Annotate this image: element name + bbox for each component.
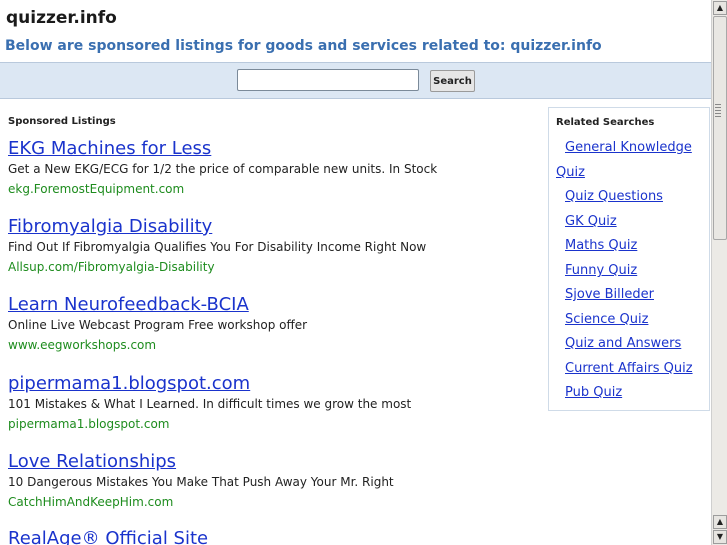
related-searches-box: Related Searches General Knowledge Quiz … bbox=[548, 107, 710, 411]
ad-description: 10 Dangerous Mistakes You Make That Push… bbox=[8, 475, 394, 489]
page: quizzer.info Below are sponsored listing… bbox=[0, 0, 711, 545]
ad-listing: pipermama1.blogspot.com 101 Mistakes & W… bbox=[8, 373, 411, 431]
related-link[interactable]: Quiz Questions bbox=[565, 189, 663, 204]
ad-url-link[interactable]: pipermama1.blogspot.com bbox=[8, 417, 411, 431]
related-link[interactable]: Quiz and Answers bbox=[565, 336, 681, 351]
arrow-up-icon[interactable]: ▲ bbox=[713, 1, 727, 15]
ad-title-link[interactable]: Fibromyalgia Disability bbox=[8, 216, 426, 237]
ad-title-link[interactable]: pipermama1.blogspot.com bbox=[8, 373, 411, 394]
ad-title-link[interactable]: Learn Neurofeedback-BCIA bbox=[8, 294, 307, 315]
ad-description: 101 Mistakes & What I Learned. In diffic… bbox=[8, 397, 412, 411]
related-link[interactable]: Sjove Billeder bbox=[565, 287, 654, 302]
ad-description: Online Live Webcast Program Free worksho… bbox=[8, 318, 308, 332]
ad-title-link[interactable]: EKG Machines for Less bbox=[8, 138, 437, 159]
related-link[interactable]: Pub Quiz bbox=[565, 385, 622, 400]
related-link[interactable]: General Knowledge bbox=[565, 140, 692, 155]
ad-url-link[interactable]: www.eegworkshops.com bbox=[8, 338, 307, 352]
related-link[interactable]: Quiz bbox=[556, 165, 585, 180]
search-button[interactable]: Search bbox=[430, 70, 475, 92]
ad-listing: RealAge® Official Site bbox=[8, 528, 208, 545]
ad-title-link[interactable]: Love Relationships bbox=[8, 451, 394, 472]
sponsored-listings-heading: Sponsored Listings bbox=[8, 116, 116, 127]
arrow-down-icon[interactable]: ▼ bbox=[713, 530, 727, 544]
related-link[interactable]: GK Quiz bbox=[565, 214, 617, 229]
page-subtitle: Below are sponsored listings for goods a… bbox=[5, 38, 602, 54]
related-link[interactable]: Current Affairs Quiz bbox=[565, 361, 693, 376]
related-link[interactable]: Funny Quiz bbox=[565, 263, 637, 278]
search-input[interactable] bbox=[237, 69, 419, 91]
ad-description: Find Out If Fibromyalgia Qualifies You F… bbox=[8, 240, 427, 254]
ad-listing: Learn Neurofeedback-BCIA Online Live Web… bbox=[8, 294, 307, 352]
ad-url-link[interactable]: Allsup.com/Fibromyalgia-Disability bbox=[8, 260, 426, 274]
ad-url-link[interactable]: ekg.ForemostEquipment.com bbox=[8, 182, 437, 196]
related-link[interactable]: Science Quiz bbox=[565, 312, 648, 327]
scrollbar-thumb[interactable] bbox=[713, 16, 727, 240]
vertical-scrollbar[interactable]: ▲ ▲ ▼ bbox=[711, 0, 727, 545]
ad-listing: Fibromyalgia Disability Find Out If Fibr… bbox=[8, 216, 426, 274]
ad-url-link[interactable]: CatchHimAndKeepHim.com bbox=[8, 495, 394, 509]
ad-title-link[interactable]: RealAge® Official Site bbox=[8, 528, 208, 545]
arrow-up-icon[interactable]: ▲ bbox=[713, 515, 727, 529]
ad-listing: Love Relationships 10 Dangerous Mistakes… bbox=[8, 451, 394, 509]
ad-listing: EKG Machines for Less Get a New EKG/ECG … bbox=[8, 138, 437, 196]
grip-icon bbox=[715, 104, 721, 118]
related-link[interactable]: Maths Quiz bbox=[565, 238, 637, 253]
search-bar: Search bbox=[0, 62, 711, 99]
related-searches-heading: Related Searches bbox=[556, 117, 655, 128]
site-title: quizzer.info bbox=[6, 8, 117, 28]
ad-description: Get a New EKG/ECG for 1/2 the price of c… bbox=[8, 162, 438, 176]
